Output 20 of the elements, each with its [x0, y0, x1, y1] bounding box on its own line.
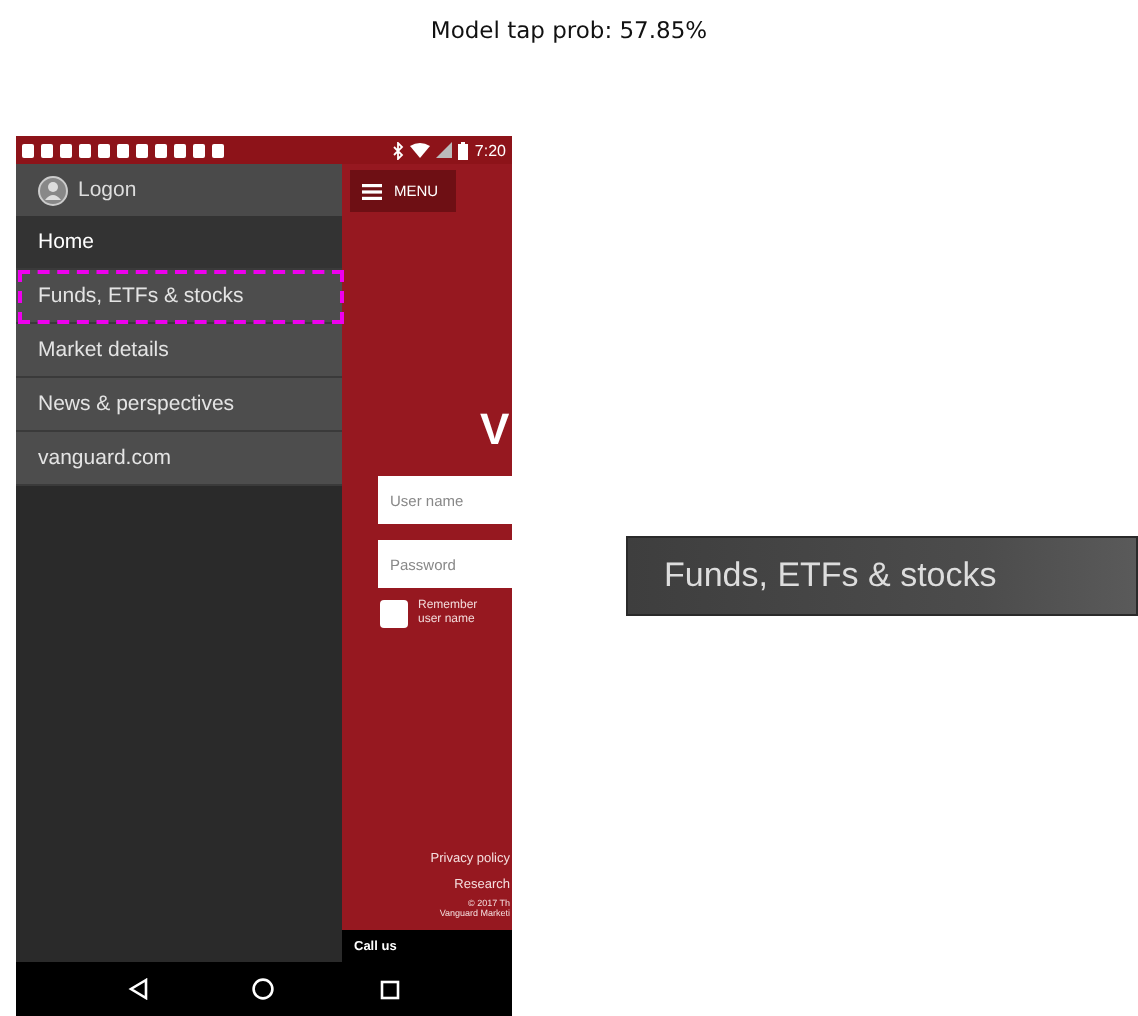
drawer-menu-item[interactable]: vanguard.com: [16, 432, 342, 486]
recents-icon: [379, 979, 400, 999]
battery-icon: [458, 141, 469, 159]
back-icon: [128, 978, 149, 1000]
person-icon: [38, 175, 68, 205]
home-icon: [252, 978, 275, 1000]
drawer-menu-item[interactable]: Market details: [16, 324, 342, 378]
drawer-menu-item[interactable]: News & perspectives: [16, 378, 342, 432]
logo-text: V: [480, 408, 512, 452]
drawer-menu-item[interactable]: Home: [16, 216, 342, 270]
logon-label: Logon: [78, 178, 137, 202]
clock-time: 7:20: [474, 141, 506, 159]
remember-checkbox[interactable]: [380, 600, 408, 628]
signal-icon: [436, 141, 453, 159]
logon-button[interactable]: Logon: [16, 164, 342, 216]
drawer-menu-item[interactable]: Funds, ETFs & stocks: [16, 270, 342, 324]
bluetooth-icon: [392, 141, 405, 159]
menu-icon: [362, 183, 382, 199]
caption-text: Model tap prob: 57.85%: [428, 14, 710, 48]
wifi-icon: [410, 141, 431, 159]
